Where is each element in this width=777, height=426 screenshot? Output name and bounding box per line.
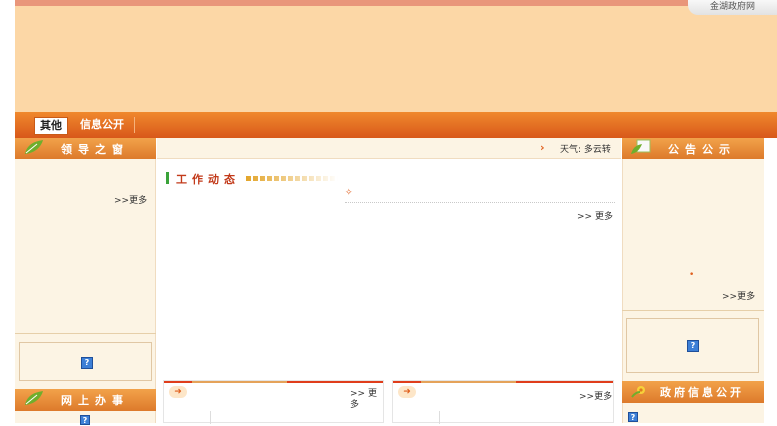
work-news-title: 工作动态: [176, 173, 240, 186]
weather-bar: › 天气: 多云转: [157, 138, 621, 159]
gov-info-header: 政府信息公开: [622, 381, 764, 403]
leaders-window-header: 领导之窗: [15, 138, 156, 159]
weather-arrow-icon: ›: [540, 141, 545, 154]
weather-text: 天气: 多云转: [560, 145, 611, 155]
news-bullet-icon: ✧: [345, 188, 353, 198]
header-banner: [15, 6, 777, 112]
nav-bar: 其他 信息公开: [15, 112, 777, 138]
left-divider: [15, 333, 156, 334]
notice-bullet-icon: •: [689, 270, 695, 280]
nav-tab-other[interactable]: 其他: [34, 117, 68, 135]
nav-tab-info-public[interactable]: 信息公开: [75, 117, 135, 133]
gov-info-title: 政府信息公开: [660, 386, 744, 399]
box-2-tick: [439, 411, 440, 424]
arrow-icon: ➜: [398, 386, 416, 398]
notebook-icon: [631, 139, 651, 154]
heading-marker: [166, 172, 169, 184]
box-1-tick: [210, 411, 211, 424]
left-image-box: ?: [19, 342, 152, 381]
leaf-icon: [25, 391, 43, 405]
center-box-2: ➜ >>更多: [392, 380, 614, 424]
help-icon: ?: [81, 357, 93, 369]
box-2-accent-line: [421, 381, 516, 383]
arrow-icon: ➜: [169, 386, 187, 398]
center-box-1: ➜ >> 更多: [163, 380, 384, 424]
leaders-window-title: 领导之窗: [61, 143, 129, 156]
news-row-divider: [345, 202, 615, 203]
right-divider: [622, 310, 764, 311]
box-1-header: ➜ >> 更多: [164, 381, 383, 410]
right-image-box: ?: [626, 318, 759, 373]
work-news-more-link[interactable]: >> 更多: [577, 209, 613, 222]
notice-more-link[interactable]: >>更多: [722, 289, 755, 302]
box-1-accent-line: [192, 381, 287, 383]
online-services-title: 网上办事: [61, 394, 129, 407]
title-decoration: [246, 176, 338, 181]
leaders-more-link[interactable]: >>更多: [114, 193, 147, 206]
site-link-label: 金湖政府网: [709, 2, 755, 12]
site-link-tab[interactable]: 金湖政府网: [688, 0, 777, 15]
notice-header: 公告公示: [622, 138, 764, 159]
box-2-header: ➜ >>更多: [393, 381, 613, 403]
leaf-icon: [25, 140, 43, 154]
flower-icon: [631, 386, 645, 398]
notice-title: 公告公示: [668, 143, 736, 156]
box-1-more-link[interactable]: >> 更多: [350, 389, 384, 411]
help-icon: ?: [80, 415, 90, 425]
work-news-heading: 工作动态: [166, 172, 346, 186]
online-services-header: 网上办事: [15, 389, 156, 411]
help-icon: ?: [628, 412, 638, 422]
box-2-more-link[interactable]: >>更多: [579, 389, 612, 402]
help-icon: ?: [687, 340, 699, 352]
